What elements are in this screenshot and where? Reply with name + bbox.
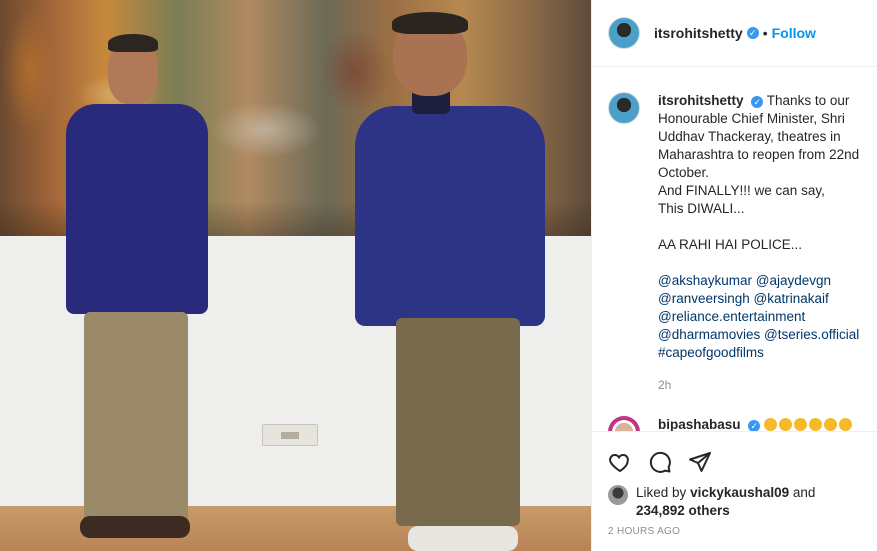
comment-button[interactable] xyxy=(640,442,680,482)
verified-badge-icon: ✓ xyxy=(746,27,759,39)
share-icon xyxy=(689,452,711,472)
like-button[interactable] xyxy=(600,442,640,482)
comments-scroll-area[interactable]: itsrohitshetty ✓ Thanks to our Honourabl… xyxy=(592,68,877,431)
caption-text-line: And FINALLY!!! we can say, xyxy=(658,183,825,198)
wall-switch xyxy=(262,424,318,446)
mention-link[interactable]: @tseries.official xyxy=(764,327,859,342)
heart-icon xyxy=(609,453,629,473)
header-username[interactable]: itsrohitshetty xyxy=(654,25,743,41)
caption-username[interactable]: itsrohitshetty xyxy=(658,93,744,108)
person-left-shirt xyxy=(66,104,208,314)
comment-text: bipashabasu ✓ xyxy=(658,416,854,431)
likes-prefix: Liked by xyxy=(636,485,687,500)
hashtag-link[interactable]: #capeofgoodfilms xyxy=(658,344,862,362)
mention-link[interactable]: @akshaykumar xyxy=(658,273,752,288)
post-photo[interactable] xyxy=(0,0,591,551)
mention-row: @ranveersingh @katrinakaif xyxy=(658,290,862,308)
person-left-pants xyxy=(84,312,188,530)
caption-avatar[interactable] xyxy=(608,92,640,124)
clap-emoji-icon xyxy=(809,418,823,431)
separator-dot: • xyxy=(762,25,768,41)
follow-button[interactable]: Follow xyxy=(772,25,816,41)
clap-emoji-icon xyxy=(779,418,793,431)
caption: itsrohitshetty ✓ Thanks to our Honourabl… xyxy=(592,68,877,394)
verified-badge-icon: ✓ xyxy=(748,420,761,431)
mention-row: @akshaykumar @ajaydevgn xyxy=(658,272,862,290)
comment-item: bipashabasu ✓ xyxy=(592,394,877,431)
likes-text: Liked by vickykaushal09 and 234,892 othe… xyxy=(636,484,815,520)
post-header: itsrohitshetty ✓ • Follow xyxy=(592,0,877,67)
likes-count[interactable]: 234,892 others xyxy=(636,503,730,518)
person-right-pants xyxy=(396,318,520,526)
likes-and: and xyxy=(792,485,816,500)
mention-link[interactable]: @ajaydevgn xyxy=(756,273,831,288)
mention-link[interactable]: @katrinakaif xyxy=(754,291,829,306)
person-right-shoes xyxy=(408,526,518,551)
caption-body: itsrohitshetty ✓ Thanks to our Honourabl… xyxy=(658,92,862,394)
clap-emoji-icon xyxy=(794,418,808,431)
post-side-panel: itsrohitshetty ✓ • Follow itsrohitshetty… xyxy=(591,0,877,551)
comment-icon xyxy=(649,451,671,473)
caption-text-line: AA RAHI HAI POLICE... xyxy=(658,237,803,252)
mention-row: @dharmamovies @tseries.official xyxy=(658,326,862,344)
liker-username[interactable]: vickykaushal09 xyxy=(690,485,789,500)
action-icons xyxy=(592,432,877,482)
post-actions: Liked by vickykaushal09 and 234,892 othe… xyxy=(592,431,877,551)
clap-emoji-icon xyxy=(839,418,853,431)
person-left-shoes xyxy=(80,516,190,538)
mention-link[interactable]: @dharmamovies xyxy=(658,327,760,342)
person-right-hair xyxy=(392,12,468,34)
mention-link[interactable]: @ranveersingh xyxy=(658,291,750,306)
caption-text-line: This DIWALI... xyxy=(658,201,745,216)
verified-badge-icon: ✓ xyxy=(751,96,764,108)
mention-row: @reliance.entertainment xyxy=(658,308,862,326)
share-button[interactable] xyxy=(680,442,720,482)
mention-link[interactable]: @reliance.entertainment xyxy=(658,309,805,324)
person-left-hair xyxy=(108,34,158,52)
comment-emojis xyxy=(764,417,854,431)
avatar[interactable] xyxy=(608,17,640,49)
caption-time[interactable]: 2h xyxy=(658,376,862,394)
clap-emoji-icon xyxy=(764,418,778,431)
comment-username[interactable]: bipashabasu xyxy=(658,417,741,431)
liker-avatar[interactable] xyxy=(608,485,628,505)
likes-summary: Liked by vickykaushal09 and 234,892 othe… xyxy=(592,482,877,520)
comment-avatar[interactable] xyxy=(608,416,640,431)
posted-time[interactable]: 2 HOURS AGO xyxy=(592,520,877,537)
clap-emoji-icon xyxy=(824,418,838,431)
person-right-shirt xyxy=(355,106,545,326)
